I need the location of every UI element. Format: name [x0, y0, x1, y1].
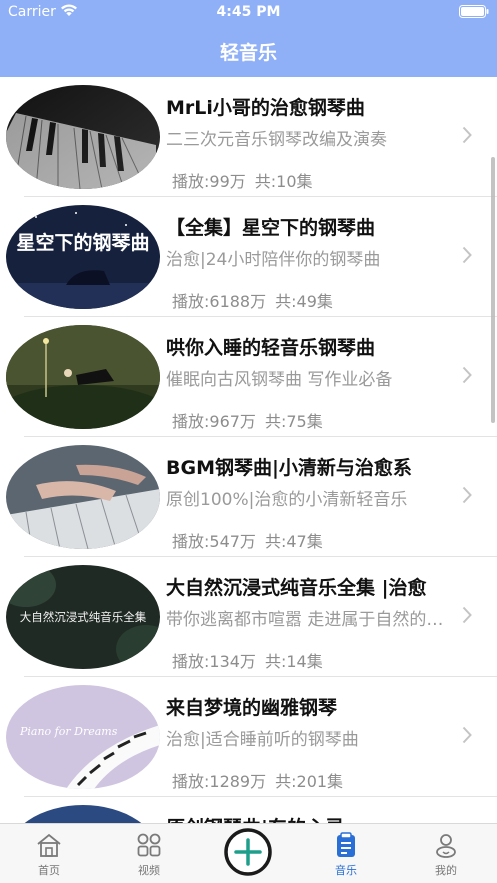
- album-subtitle: 治愈|适合睡前听的钢琴曲: [166, 730, 359, 750]
- album-cover: 大自然沉浸式纯音乐全集: [6, 565, 160, 669]
- dream-piano-image: Piano for Dreams: [6, 685, 160, 789]
- chevron-right-icon: [462, 366, 472, 384]
- album-list[interactable]: MrLi小哥的治愈钢琴曲 二三次元音乐钢琴改编及演奏 播放:99万 共:10集 星…: [0, 77, 497, 823]
- forest-image: 大自然沉浸式纯音乐全集: [6, 565, 160, 669]
- status-bar: Carrier 4:45 PM: [0, 0, 497, 26]
- episode-count: 共:201集: [275, 772, 344, 791]
- status-time: 4:45 PM: [216, 4, 281, 20]
- tab-mine[interactable]: 我的: [411, 824, 481, 883]
- album-title: MrLi小哥的治愈钢琴曲: [166, 97, 365, 119]
- play-count: 播放:967万: [172, 412, 256, 431]
- profile-icon: [436, 834, 456, 858]
- tab-home-label: 首页: [38, 864, 60, 877]
- starry-piano-image: 星空下的钢琴曲: [6, 205, 160, 309]
- album-subtitle: 带你逃离都市喧嚣 走进属于自然的世界: [166, 610, 448, 630]
- album-title: 来自梦境的幽雅钢琴: [166, 697, 338, 719]
- album-cover-image: [6, 805, 160, 823]
- album-stats: 播放:99万 共:10集: [172, 168, 313, 192]
- album-cover: Piano for Dreams: [6, 685, 160, 789]
- episode-count: 共:47集: [264, 532, 323, 551]
- chevron-right-icon: [462, 246, 472, 264]
- cover-text: 星空下的钢琴曲: [16, 231, 149, 254]
- hill-piano-image: [6, 325, 160, 429]
- album-stats: 播放:134万 共:14集: [172, 648, 323, 672]
- album-title: 原创钢琴曲|东的心灵: [166, 813, 448, 823]
- album-cover: [6, 85, 160, 189]
- tab-music[interactable]: 音乐: [311, 824, 381, 883]
- play-count: 播放:6188万: [172, 292, 267, 311]
- page-title: 轻音乐: [219, 42, 277, 64]
- play-count: 播放:99万: [172, 172, 246, 191]
- album-stats: 播放:967万 共:75集: [172, 408, 323, 432]
- album-row[interactable]: 大自然沉浸式纯音乐全集 大自然沉浸式纯音乐全集 |治愈 带你逃离都市喧嚣 走进属…: [0, 557, 497, 677]
- cover-text: 大自然沉浸式纯音乐全集: [20, 610, 147, 624]
- chevron-right-icon: [462, 726, 472, 744]
- album-cover: 星空下的钢琴曲: [6, 205, 160, 309]
- album-stats: 播放:547万 共:47集: [172, 528, 323, 552]
- album-row[interactable]: 原创钢琴曲|东的心灵: [0, 797, 497, 823]
- tab-mine-label: 我的: [435, 864, 457, 877]
- episode-count: 共:75集: [264, 412, 323, 431]
- album-row[interactable]: MrLi小哥的治愈钢琴曲 二三次元音乐钢琴改编及演奏 播放:99万 共:10集: [0, 77, 497, 197]
- piano-keys-image: [6, 85, 160, 189]
- tab-bar: 首页 视频 音乐 我的: [0, 823, 497, 883]
- home-icon: [37, 833, 61, 857]
- episode-count: 共:10集: [254, 172, 313, 191]
- episode-count: 共:14集: [264, 652, 323, 671]
- album-subtitle: 二三次元音乐钢琴改编及演奏: [166, 130, 387, 150]
- tab-video[interactable]: 视频: [114, 824, 184, 883]
- play-count: 播放:134万: [172, 652, 256, 671]
- album-row[interactable]: 哄你入睡的轻音乐钢琴曲 催眠向古风钢琴曲 写作业必备 播放:967万 共:75集: [0, 317, 497, 437]
- chevron-right-icon: [462, 606, 472, 624]
- album-subtitle: 治愈|24小时陪伴你的钢琴曲: [166, 250, 381, 270]
- battery-icon: [459, 5, 489, 18]
- play-count: 播放:547万: [172, 532, 256, 551]
- cover-text: Piano for Dreams: [19, 725, 118, 738]
- album-title: BGM钢琴曲|小清新与治愈系: [166, 457, 412, 479]
- chevron-right-icon: [462, 126, 472, 144]
- chevron-right-icon: [462, 486, 472, 504]
- album-cover: [6, 805, 160, 823]
- album-stats: 播放:1289万 共:201集: [172, 768, 343, 792]
- hands-on-piano-image: [6, 445, 160, 549]
- nav-bar: Carrier 4:45 PM 轻音乐: [0, 0, 497, 77]
- play-count: 播放:1289万: [172, 772, 267, 791]
- scroll-indicator[interactable]: [491, 157, 495, 423]
- album-cover: [6, 325, 160, 429]
- album-subtitle: 原创100%|治愈的小清新轻音乐: [166, 490, 408, 510]
- album-title: 哄你入睡的轻音乐钢琴曲: [166, 337, 376, 359]
- album-cover: [6, 445, 160, 549]
- tab-music-label: 音乐: [335, 864, 357, 877]
- album-subtitle: 催眠向古风钢琴曲 写作业必备: [166, 370, 393, 390]
- album-row[interactable]: 星空下的钢琴曲 【全集】星空下的钢琴曲 治愈|24小时陪伴你的钢琴曲 播放:61…: [0, 197, 497, 317]
- album-title: 【全集】星空下的钢琴曲: [166, 217, 376, 239]
- episode-count: 共:49集: [275, 292, 333, 311]
- grid-icon: [137, 833, 161, 857]
- album-title: 大自然沉浸式纯音乐全集 |治愈: [166, 577, 427, 599]
- tab-video-label: 视频: [138, 864, 160, 877]
- music-clipboard-icon: [337, 832, 355, 857]
- tab-home[interactable]: 首页: [14, 824, 84, 883]
- album-row[interactable]: BGM钢琴曲|小清新与治愈系 原创100%|治愈的小清新轻音乐 播放:547万共…: [0, 437, 497, 557]
- album-row[interactable]: Piano for Dreams 来自梦境的幽雅钢琴 治愈|适合睡前听的钢琴曲 …: [0, 677, 497, 797]
- album-stats: 播放:6188万 共:49集: [172, 288, 333, 312]
- add-button[interactable]: [222, 826, 274, 878]
